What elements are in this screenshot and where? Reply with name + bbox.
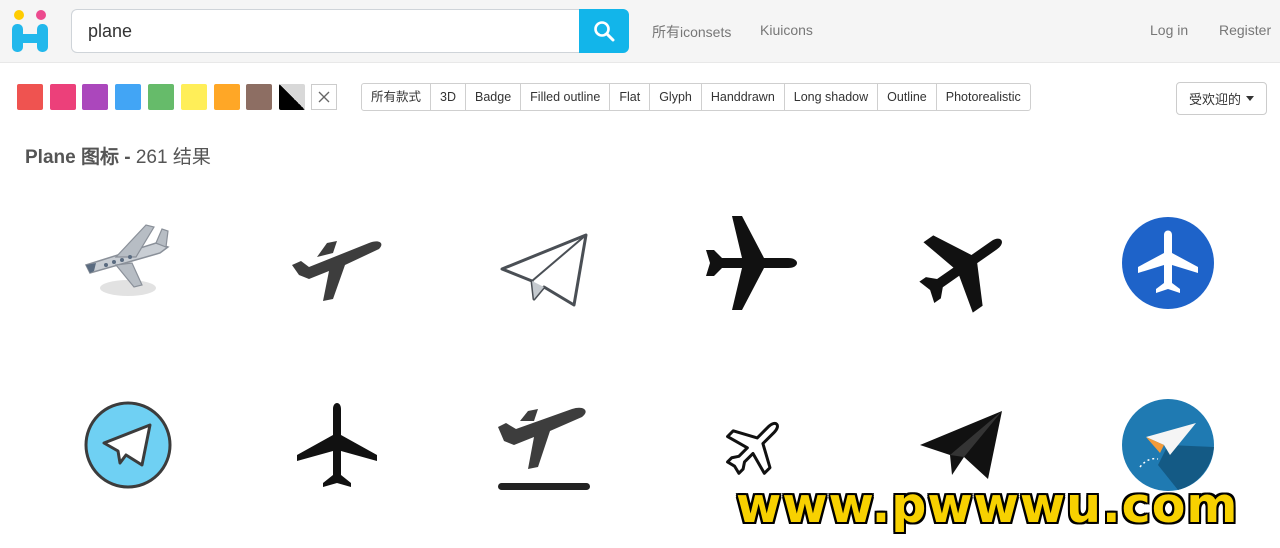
airplane-topview-icon[interactable] — [287, 395, 387, 495]
takeoff-runway-icon[interactable] — [494, 395, 594, 495]
style-flat[interactable]: Flat — [609, 84, 649, 110]
style-filled-outline[interactable]: Filled outline — [520, 84, 609, 110]
clear-color-button[interactable] — [311, 84, 337, 110]
color-swatch-green[interactable] — [148, 84, 174, 110]
nav-kiuicons[interactable]: Kiuicons — [760, 22, 813, 38]
color-swatch-orange[interactable] — [214, 84, 240, 110]
top-bar: 所有iconsets Kiuicons Log in Register — [0, 0, 1280, 63]
results-title: Plane 图标 - 261 结果 — [25, 142, 211, 169]
chevron-down-icon — [1246, 96, 1254, 101]
close-icon — [318, 91, 330, 103]
search-input[interactable] — [71, 9, 579, 53]
style-long-shadow[interactable]: Long shadow — [783, 84, 877, 110]
sort-label: 受欢迎的 — [1188, 92, 1241, 107]
paper-plane-circle-icon[interactable] — [78, 395, 178, 495]
color-swatch-black-white[interactable] — [279, 84, 305, 110]
takeoff-plane-icon[interactable] — [287, 213, 387, 313]
style-handdrawn[interactable]: Handdrawn — [700, 84, 784, 110]
search-button[interactable] — [579, 9, 629, 53]
color-swatch-purple[interactable] — [82, 84, 108, 110]
login-link[interactable]: Log in — [1150, 22, 1188, 38]
style-all[interactable]: 所有款式 — [362, 84, 430, 110]
register-link[interactable]: Register — [1219, 22, 1271, 38]
nav-all-iconsets[interactable]: 所有iconsets — [652, 22, 731, 42]
results-query: Plane 图标 - — [25, 147, 136, 168]
style-outline[interactable]: Outline — [877, 84, 936, 110]
style-3d[interactable]: 3D — [430, 84, 465, 110]
airplane-tilted-icon[interactable] — [910, 213, 1010, 313]
airplane-3d-icon[interactable] — [76, 213, 176, 313]
style-glyph[interactable]: Glyph — [649, 84, 701, 110]
color-swatch-red[interactable] — [17, 84, 43, 110]
paper-plane-outline-icon[interactable] — [494, 217, 594, 317]
style-photorealistic[interactable]: Photorealistic — [935, 84, 1030, 110]
style-badge[interactable]: Badge — [465, 84, 520, 110]
results-count: 261 结果 — [135, 147, 211, 168]
color-swatch-yellow[interactable] — [181, 84, 207, 110]
style-filter-group: 所有款式 3D Badge Filled outline Flat Glyph … — [361, 83, 1031, 111]
sort-dropdown[interactable]: 受欢迎的 — [1176, 82, 1267, 115]
search-icon — [594, 21, 615, 42]
color-swatch-pink[interactable] — [50, 84, 76, 110]
airplane-blue-circle-icon[interactable] — [1118, 213, 1218, 313]
site-logo[interactable] — [10, 8, 54, 54]
color-swatch-blue[interactable] — [115, 84, 141, 110]
watermark-text: www.pwwwu.com — [736, 477, 1239, 534]
airplane-glyph-icon[interactable] — [700, 213, 800, 313]
color-swatch-brown[interactable] — [246, 84, 272, 110]
